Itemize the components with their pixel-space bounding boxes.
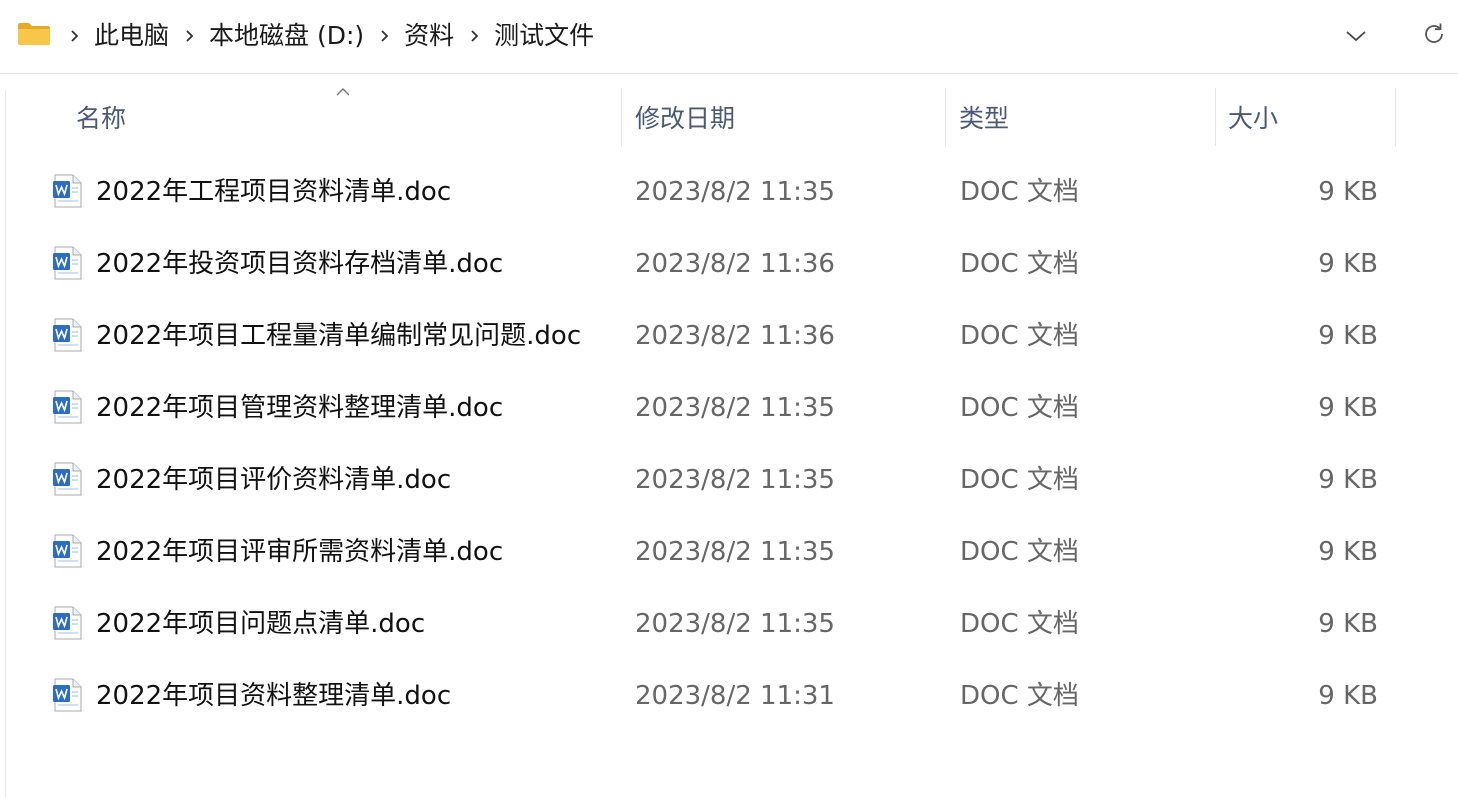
word-doc-icon [53, 174, 82, 208]
file-type: DOC 文档 [960, 681, 1079, 711]
file-size: 9 KB [1318, 681, 1378, 711]
file-row[interactable]: 2022年项目评价资料清单.doc 2023/8/2 11:35 DOC 文档 9 K… [10, 444, 1400, 516]
history-dropdown-button[interactable] [1336, 18, 1376, 54]
file-name[interactable]: 2022年项目资料整理清单.doc [96, 660, 451, 732]
file-modified-date: 2023/8/2 11:35 [635, 609, 835, 639]
file-size: 9 KB [1318, 537, 1378, 567]
breadcrumb: 此电脑 本地磁盘 (D:) 资料 测试文件 [62, 0, 602, 72]
file-size: 9 KB [1318, 321, 1378, 351]
file-modified-date: 2023/8/2 11:35 [635, 465, 835, 495]
folder-icon [18, 23, 50, 45]
file-modified-date: 2023/8/2 11:35 [635, 393, 835, 423]
file-size: 9 KB [1318, 609, 1378, 639]
column-header-name[interactable]: 名称 [76, 88, 616, 146]
file-row[interactable]: 2022年投资项目资料存档清单.doc 2023/8/2 11:36 DOC 文档 9… [10, 228, 1400, 300]
file-row[interactable]: 2022年项目资料整理清单.doc 2023/8/2 11:31 DOC 文档 9 K… [10, 660, 1400, 732]
refresh-button[interactable] [1414, 14, 1454, 54]
column-divider[interactable] [1215, 88, 1216, 146]
file-type: DOC 文档 [960, 177, 1079, 207]
file-row[interactable]: 2022年项目工程量清单编制常见问题.doc 2023/8/2 11:36 DOC … [10, 300, 1400, 372]
breadcrumb-this-pc[interactable]: 此电脑 [86, 0, 177, 72]
column-header-size[interactable]: 大小 [1228, 88, 1388, 146]
file-type: DOC 文档 [960, 321, 1079, 351]
file-row[interactable]: 2022年项目评审所需资料清单.doc 2023/8/2 11:35 DOC 文档 9… [10, 516, 1400, 588]
file-name[interactable]: 2022年投资项目资料存档清单.doc [96, 228, 503, 300]
chevron-down-icon [1346, 31, 1366, 42]
file-modified-date: 2023/8/2 11:35 [635, 537, 835, 567]
file-modified-date: 2023/8/2 11:31 [635, 681, 835, 711]
breadcrumb-test-files[interactable]: 测试文件 [486, 0, 602, 72]
breadcrumb-materials[interactable]: 资料 [396, 0, 462, 72]
file-name[interactable]: 2022年项目问题点清单.doc [96, 588, 425, 660]
file-name[interactable]: 2022年工程项目资料清单.doc [96, 156, 451, 228]
column-header-modified[interactable]: 修改日期 [635, 88, 935, 146]
word-doc-icon [53, 246, 82, 280]
chevron-right-icon[interactable] [62, 0, 86, 72]
file-type: DOC 文档 [960, 249, 1079, 279]
column-divider[interactable] [1395, 88, 1396, 146]
file-size: 9 KB [1318, 393, 1378, 423]
refresh-icon [1425, 23, 1443, 43]
file-type: DOC 文档 [960, 609, 1079, 639]
chevron-right-icon[interactable] [462, 0, 486, 72]
file-modified-date: 2023/8/2 11:36 [635, 249, 835, 279]
word-doc-icon [53, 462, 82, 496]
file-size: 9 KB [1318, 249, 1378, 279]
file-modified-date: 2023/8/2 11:36 [635, 321, 835, 351]
file-name[interactable]: 2022年项目工程量清单编制常见问题.doc [96, 300, 581, 372]
word-doc-icon [53, 678, 82, 712]
file-row[interactable]: 2022年项目管理资料整理清单.doc 2023/8/2 11:35 DOC 文档 9… [10, 372, 1400, 444]
word-doc-icon [53, 534, 82, 568]
file-size: 9 KB [1318, 465, 1378, 495]
file-type: DOC 文档 [960, 393, 1079, 423]
file-size: 9 KB [1318, 177, 1378, 207]
file-type: DOC 文档 [960, 465, 1079, 495]
file-name[interactable]: 2022年项目评审所需资料清单.doc [96, 516, 503, 588]
column-header-type[interactable]: 类型 [959, 88, 1209, 146]
address-bar[interactable]: 此电脑 本地磁盘 (D:) 资料 测试文件 [0, 0, 1458, 74]
file-name[interactable]: 2022年项目管理资料整理清单.doc [96, 372, 503, 444]
pane-border [5, 90, 6, 798]
column-divider[interactable] [945, 88, 946, 146]
file-type: DOC 文档 [960, 537, 1079, 567]
chevron-right-icon[interactable] [372, 0, 396, 72]
word-doc-icon [53, 390, 82, 424]
column-divider[interactable] [621, 88, 622, 146]
chevron-right-icon[interactable] [177, 0, 201, 72]
word-doc-icon [53, 318, 82, 352]
breadcrumb-local-disk-d[interactable]: 本地磁盘 (D:) [201, 0, 372, 72]
file-name[interactable]: 2022年项目评价资料清单.doc [96, 444, 451, 516]
word-doc-icon [53, 606, 82, 640]
file-modified-date: 2023/8/2 11:35 [635, 177, 835, 207]
file-row[interactable]: 2022年项目问题点清单.doc 2023/8/2 11:35 DOC 文档 9 KB [10, 588, 1400, 660]
file-row[interactable]: 2022年工程项目资料清单.doc 2023/8/2 11:35 DOC 文档 9 K… [10, 156, 1400, 228]
